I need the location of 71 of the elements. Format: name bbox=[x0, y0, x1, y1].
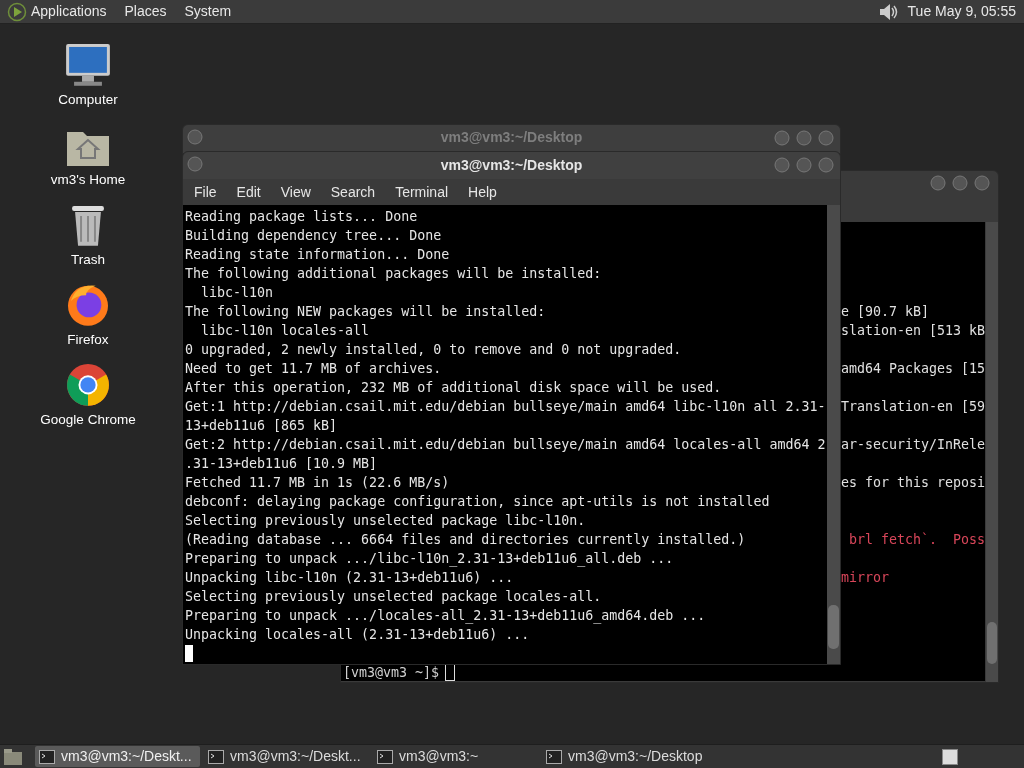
clock[interactable]: Tue May 9, 05:55 bbox=[907, 1, 1016, 22]
terminal-line: es for this reposi bbox=[841, 475, 985, 490]
terminal-line: Reading state information... Done bbox=[185, 247, 450, 262]
terminal-line: Get:1 http://debian.csail.mit.edu/debian bullseye/main amd64 libc-l10n all 2.31- bbox=[185, 399, 826, 414]
terminal-line: Unpacking locales-all (2.31-13+deb11u6) ... bbox=[185, 627, 530, 642]
terminal-line: (Reading database ... 6664 files and directories currently installed.) bbox=[185, 532, 746, 547]
terminal-line: Fetched 11.7 MB in 1s (22.6 MB/s) bbox=[185, 475, 450, 490]
terminal-icon bbox=[39, 749, 55, 764]
taskbar-button[interactable]: vm3@vm3:~/Deskt... bbox=[204, 746, 369, 767]
terminal-icon bbox=[546, 749, 562, 764]
show-desktop-icon[interactable] bbox=[3, 747, 23, 766]
prompt-text: [vm3@vm3 ~]$ bbox=[343, 663, 440, 682]
window-buttons-icon[interactable] bbox=[929, 174, 991, 192]
terminal-line: Get:2 http://debian.csail.mit.edu/debian bullseye/main amd64 locales-all amd64 2 bbox=[185, 437, 826, 452]
terminal-line: libc-l10n locales-all bbox=[200, 323, 370, 338]
text-cursor bbox=[185, 645, 193, 662]
terminal-line: Unpacking libc-l10n (2.31-13+deb11u6) ... bbox=[185, 570, 514, 585]
terminal-icon bbox=[377, 749, 393, 764]
taskbar-button[interactable]: vm3@vm3:~ bbox=[373, 746, 538, 767]
icon-label[interactable]: vm3's Home bbox=[50, 169, 126, 190]
terminal-line: mirror bbox=[841, 570, 890, 585]
terminal-line: Reading package lists... Done bbox=[185, 209, 418, 224]
menu-item[interactable]: View bbox=[280, 181, 311, 203]
taskbar-button[interactable]: vm3@vm3:~/Deskt... bbox=[35, 746, 200, 767]
terminal-line: e [90.7 kB] bbox=[841, 304, 930, 319]
menu-logo-icon[interactable] bbox=[7, 1, 27, 22]
window-buttons-icon[interactable] bbox=[773, 156, 835, 174]
terminal-line: Building dependency tree... Done bbox=[185, 228, 442, 243]
terminal-line: Preparing to unpack .../libc-l10n_2.31-13+deb11u6_all.deb ... bbox=[185, 551, 674, 566]
scrollbar[interactable] bbox=[827, 205, 840, 664]
icon-label[interactable]: Computer bbox=[58, 89, 118, 110]
terminal-line: The following NEW packages will be installed: bbox=[185, 304, 546, 319]
terminal-line: libc-l10n bbox=[200, 285, 274, 300]
menu-item[interactable]: Edit bbox=[236, 181, 261, 203]
window-title: vm3@vm3:~/Desktop bbox=[440, 156, 583, 175]
chrome-icon bbox=[64, 362, 112, 408]
terminal-icon bbox=[208, 749, 224, 764]
icon-label[interactable]: Trash bbox=[71, 249, 105, 270]
terminal-line: .31-13+deb11u6 [10.9 MB] bbox=[185, 456, 378, 471]
terminal-line: After this operation, 232 MB of additional disk space will be used. bbox=[185, 380, 722, 395]
terminal-line: 0 upgraded, 2 newly installed, 0 to remove and 0 not upgraded. bbox=[185, 342, 682, 357]
scrollbar[interactable] bbox=[986, 222, 998, 682]
panel-menu[interactable]: Applications bbox=[31, 1, 107, 22]
terminal-line: slation-en [513 kB bbox=[841, 323, 985, 338]
panel-menu[interactable]: Places bbox=[124, 1, 167, 22]
terminal-line: Selecting previously unselected package libc-l10n. bbox=[185, 513, 586, 528]
menu-item[interactable]: Help bbox=[468, 181, 497, 203]
menu-item[interactable]: File bbox=[194, 181, 217, 203]
terminal-line: The following additional packages will be installed: bbox=[185, 266, 602, 281]
icon-label[interactable]: Firefox bbox=[67, 329, 109, 350]
speaker-icon[interactable] bbox=[877, 1, 900, 22]
window-title: vm3@vm3:~/Desktop bbox=[440, 128, 583, 147]
terminal-line: 13+deb11u6 [865 kB] bbox=[185, 418, 338, 433]
terminal-line: Need to get 11.7 MB of archives. bbox=[185, 361, 442, 376]
computer-icon bbox=[64, 42, 112, 88]
terminal-line: Selecting previously unselected package locales-all. bbox=[185, 589, 602, 604]
terminal-line: Preparing to unpack .../locales-all_2.31-13+deb11u6_amd64.deb ... bbox=[185, 608, 706, 623]
icon-label[interactable]: Google Chrome bbox=[40, 409, 136, 430]
menu-item[interactable]: Terminal bbox=[395, 181, 449, 203]
workspace-switcher[interactable] bbox=[942, 748, 958, 765]
window-button-icon[interactable] bbox=[187, 129, 203, 145]
terminal-line: Translation-en [59 bbox=[841, 399, 985, 414]
terminal-line: debconf: delaying package configuration, since apt-utils is not installed bbox=[185, 494, 770, 509]
window-buttons-icon[interactable] bbox=[773, 129, 835, 147]
window-button-icon[interactable] bbox=[187, 156, 203, 172]
terminal-line: amd64 Packages [15 bbox=[841, 361, 985, 376]
panel-menu[interactable]: System bbox=[184, 1, 232, 22]
taskbar-button[interactable]: vm3@vm3:~/Desktop bbox=[542, 746, 707, 767]
terminal-line: ar-security/InRele bbox=[841, 437, 985, 452]
menu-item[interactable]: Search bbox=[330, 181, 376, 203]
terminal-line: brl fetch`. Poss bbox=[848, 532, 985, 547]
